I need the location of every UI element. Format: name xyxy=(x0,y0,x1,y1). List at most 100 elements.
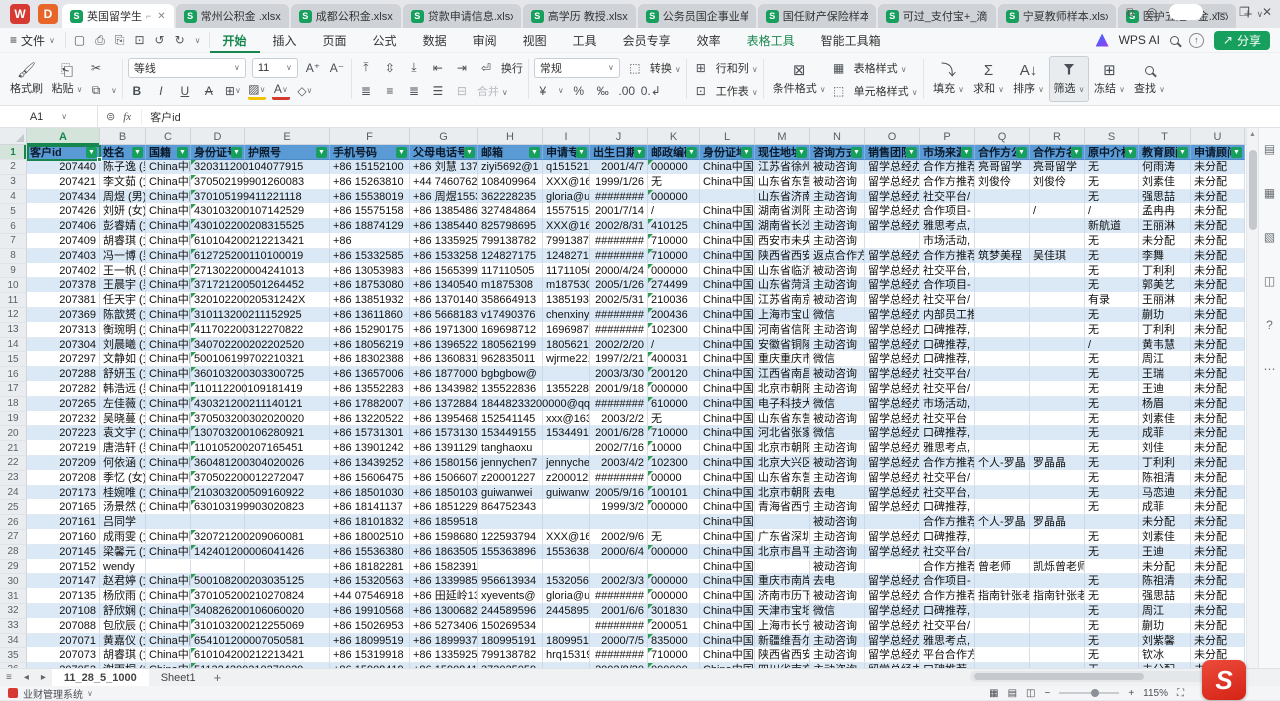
cell-U26[interactable]: 未分配 xyxy=(1191,515,1245,530)
cell-A21[interactable]: 207219 xyxy=(27,441,100,456)
cell-O8[interactable]: 留学总经办 xyxy=(865,249,920,264)
cell-O32[interactable]: 留学总经办 xyxy=(865,604,920,619)
cell-O30[interactable]: 留学总经办 xyxy=(865,574,920,589)
cell-A25[interactable]: 207165 xyxy=(27,500,100,515)
cell-I8[interactable]: 124827175 xyxy=(543,249,590,264)
cell-J33[interactable]: ######## xyxy=(590,619,648,634)
panel-icon[interactable]: ▤ xyxy=(1264,142,1275,156)
cell-S15[interactable]: 无 xyxy=(1085,352,1139,367)
cell-B12[interactable]: 陈歆赟 (女 xyxy=(100,308,146,323)
cell-N16[interactable]: 被动咨询 xyxy=(810,367,865,382)
cell-D23[interactable]: 370502200012272047 xyxy=(191,471,245,486)
cell-F11[interactable]: +86 13851932 xyxy=(330,293,410,308)
cell-K19[interactable]: 无 xyxy=(648,412,700,427)
cell-D16[interactable]: 360103200303300725 xyxy=(191,367,245,382)
cell-B14[interactable]: 刘晨曦 (女 xyxy=(100,338,146,353)
globe-icon[interactable]: ◎ xyxy=(1147,5,1157,19)
cell-T24[interactable]: 马恋迪 xyxy=(1139,486,1191,501)
cell-A28[interactable]: 207145 xyxy=(27,545,100,560)
cell-B16[interactable]: 舒妍玉 (女 xyxy=(100,367,146,382)
indent-increase-icon[interactable]: ⇥ xyxy=(453,59,471,77)
cell-I6[interactable]: XXX@163.c xyxy=(543,219,590,234)
share-button[interactable]: ↗ 分享 xyxy=(1214,31,1270,50)
cell-H17[interactable]: 135522836 xyxy=(478,382,543,397)
cell-U3[interactable]: 未分配 xyxy=(1191,175,1245,190)
cell-C35[interactable]: China中国 xyxy=(146,648,191,663)
cell-N25[interactable]: 主动咨询 xyxy=(810,500,865,515)
cell-L19[interactable]: China中国 xyxy=(700,412,755,427)
cell-G22[interactable]: +86 1580156591 xyxy=(410,456,478,471)
cell-S30[interactable]: 无 xyxy=(1085,574,1139,589)
row-number[interactable]: 8 xyxy=(0,249,27,264)
cell-G17[interactable]: +86 1343982452 xyxy=(410,382,478,397)
cell-A18[interactable]: 207265 xyxy=(27,397,100,412)
cell-M6[interactable]: 湖南省长沙 xyxy=(755,219,810,234)
cell-J26[interactable] xyxy=(590,515,648,530)
cell-A14[interactable]: 207304 xyxy=(27,338,100,353)
cell-R33[interactable] xyxy=(1030,619,1085,634)
font-size-select[interactable]: 11∨ xyxy=(252,58,298,78)
row-number[interactable]: 24 xyxy=(0,486,27,501)
cell-I23[interactable]: z20001227 xyxy=(543,471,590,486)
vertical-scroll-thumb[interactable] xyxy=(1249,150,1257,230)
cell-G28[interactable]: +86 1863505000 xyxy=(410,545,478,560)
cell-Q18[interactable] xyxy=(975,397,1030,412)
cell-M10[interactable]: 山东省菏泽 xyxy=(755,278,810,293)
cell-F17[interactable]: +86 13552283 xyxy=(330,382,410,397)
cell-U12[interactable]: 未分配 xyxy=(1191,308,1245,323)
cell-H18[interactable]: 18448233200000@qq xyxy=(478,397,543,412)
cell-H7[interactable]: 799138782 xyxy=(478,234,543,249)
cell-B29[interactable]: wendy xyxy=(100,560,146,575)
cell-A5[interactable]: 207426 xyxy=(27,204,100,219)
cell-C7[interactable]: China中国 xyxy=(146,234,191,249)
cell-M27[interactable]: 广东省深圳 xyxy=(755,530,810,545)
cell-M30[interactable]: 重庆市南岸 xyxy=(755,574,810,589)
cell-C29[interactable] xyxy=(146,560,191,575)
cell-H16[interactable]: bgbgbow@ xyxy=(478,367,543,382)
row-number[interactable]: 17 xyxy=(0,382,27,397)
column-letter-O[interactable]: O xyxy=(865,128,920,145)
zoom-slider[interactable] xyxy=(1059,692,1119,694)
cell-H24[interactable]: guiwanwei xyxy=(478,486,543,501)
cell-B17[interactable]: 韩浩远 (男 xyxy=(100,382,146,397)
cell-K34[interactable]: 835000 xyxy=(648,634,700,649)
cell-Q15[interactable] xyxy=(975,352,1030,367)
cell-L25[interactable]: China中国 xyxy=(700,500,755,515)
cell-B10[interactable]: 王晨宇 (男 xyxy=(100,278,146,293)
cell-M18[interactable]: 电子科技大 xyxy=(755,397,810,412)
cell-Q5[interactable] xyxy=(975,204,1030,219)
cell-L11[interactable]: China中国 xyxy=(700,293,755,308)
cell-S21[interactable]: 无 xyxy=(1085,441,1139,456)
cell-R20[interactable] xyxy=(1030,426,1085,441)
cell-P11[interactable]: 社交平台/ xyxy=(920,293,975,308)
cell-G35[interactable]: +86 1335925706 xyxy=(410,648,478,663)
cell-G33[interactable]: +86 52734062 xyxy=(410,619,478,634)
column-letter-L[interactable]: L xyxy=(700,128,755,145)
wrap-icon[interactable]: ⏎ xyxy=(477,59,495,77)
cell-F29[interactable]: +86 18182281 xyxy=(330,560,410,575)
cell-I26[interactable] xyxy=(543,515,590,530)
cell-A24[interactable]: 207173 xyxy=(27,486,100,501)
cell-L15[interactable]: China中国 xyxy=(700,352,755,367)
copy-icon[interactable]: ⧉ xyxy=(87,82,105,100)
cell-O15[interactable]: 留学总经办 xyxy=(865,352,920,367)
cell-M14[interactable]: 安徽省铜陵 xyxy=(755,338,810,353)
column-letter-K[interactable]: K xyxy=(648,128,700,145)
column-letter-D[interactable]: D xyxy=(191,128,245,145)
cell-T6[interactable]: 王丽淋 xyxy=(1139,219,1191,234)
row-number[interactable]: 6 xyxy=(0,219,27,234)
filter-dropdown-icon[interactable]: ▼ xyxy=(396,147,407,158)
cell-A11[interactable]: 207381 xyxy=(27,293,100,308)
cell-U17[interactable]: 未分配 xyxy=(1191,382,1245,397)
cell-L23[interactable]: China中国 xyxy=(700,471,755,486)
vertical-scrollbar[interactable]: ▲ xyxy=(1246,128,1258,668)
cell-S14[interactable]: / xyxy=(1085,338,1139,353)
cell-N8[interactable]: 返点合作方 xyxy=(810,249,865,264)
cell-P27[interactable]: 口碑推荐, xyxy=(920,530,975,545)
cell-T27[interactable]: 刘素佳 xyxy=(1139,530,1191,545)
cell-F26[interactable]: +86 18101832 xyxy=(330,515,410,530)
sheet-list-icon[interactable]: ≡ xyxy=(6,672,12,683)
cell-L34[interactable]: China中国 xyxy=(700,634,755,649)
minimize-button[interactable]: — xyxy=(1215,5,1227,19)
cell-C5[interactable]: China中国 xyxy=(146,204,191,219)
